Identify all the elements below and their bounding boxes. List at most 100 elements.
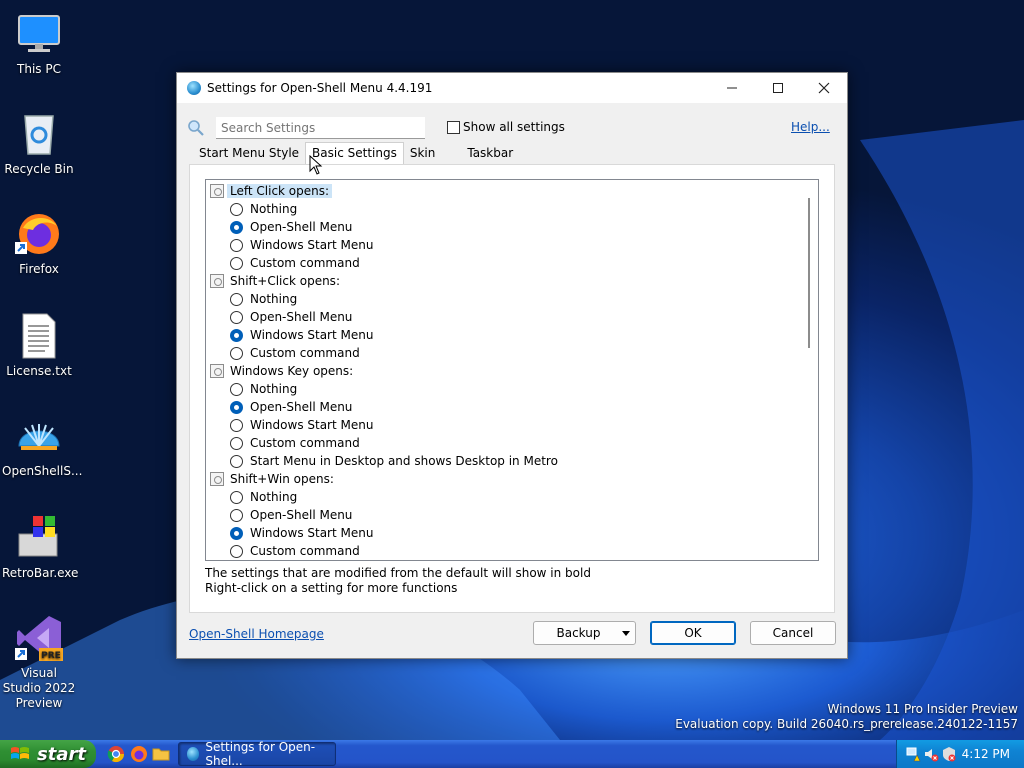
settings-group[interactable]: Left Click opens: (210, 182, 333, 200)
radio-option[interactable]: Nothing (230, 200, 297, 218)
ok-label: OK (684, 626, 702, 640)
dialog-body: Show all settings Help... Start Menu Sty… (177, 73, 847, 645)
radio-unselected[interactable] (230, 346, 243, 360)
desktop-icon-retrobar[interactable]: RetroBar.exe (2, 514, 79, 581)
settings-group[interactable]: Shift+Win opens: (210, 470, 334, 488)
windows-flag-icon (11, 747, 29, 759)
radio-unselected[interactable] (230, 418, 243, 432)
open-shell-app-icon (187, 747, 200, 761)
radio-unselected[interactable] (230, 238, 243, 252)
windows-watermark: Windows 11 Pro Insider Preview Evaluatio… (675, 702, 1018, 732)
radio-option[interactable]: Custom command (230, 542, 360, 560)
desktop-icon-label: Firefox (19, 262, 59, 276)
settings-group[interactable]: Shift+Click opens: (210, 272, 340, 290)
radio-unselected[interactable] (230, 544, 243, 558)
open-shell-homepage-link[interactable]: Open-Shell Homepage (189, 627, 324, 641)
settings-group[interactable]: Windows Key opens: (210, 362, 353, 380)
radio-unselected[interactable] (230, 382, 243, 396)
recycle-bin-icon (15, 110, 63, 158)
radio-unselected[interactable] (230, 436, 243, 450)
vertical-scrollbar[interactable] (808, 198, 810, 348)
help-link[interactable]: Help... (791, 120, 830, 134)
radio-option[interactable]: Custom command (230, 344, 360, 362)
radio-option-label: Windows Start Menu (250, 526, 374, 540)
mouse-cursor-icon (309, 155, 323, 175)
show-all-settings-checkbox[interactable]: Show all settings (447, 120, 565, 134)
radio-option[interactable]: Open-Shell Menu (230, 308, 352, 326)
settings-group-icon (210, 184, 224, 198)
settings-tree[interactable]: Left Click opens: Nothing Open-Shell Menu W… (205, 179, 819, 561)
firefox-icon[interactable] (130, 745, 148, 763)
radio-option[interactable]: Nothing (230, 380, 297, 398)
folder-icon[interactable] (152, 745, 170, 763)
text-file-icon (15, 312, 63, 360)
radio-unselected[interactable] (230, 508, 243, 522)
start-label: start (37, 743, 86, 765)
radio-option-label: Start Menu in Desktop and shows Desktop … (250, 454, 558, 468)
pre-badge: PRE (41, 651, 61, 661)
monitor-icon (15, 10, 63, 58)
radio-selected[interactable] (230, 526, 243, 540)
tab-start-menu-style[interactable]: Start Menu Style (193, 144, 305, 164)
settings-group-label: Shift+Click opens: (230, 274, 340, 288)
hint-right-click: Right-click on a setting for more functi… (205, 581, 458, 595)
radio-option[interactable]: Windows Start Menu (230, 326, 373, 344)
radio-unselected[interactable] (230, 490, 243, 504)
settings-group-label: Left Click opens: (227, 184, 333, 198)
checkbox-box[interactable] (447, 120, 460, 134)
radio-selected[interactable] (230, 400, 243, 414)
tab-taskbar[interactable]: Taskbar (461, 144, 519, 164)
desktop-icon-this-pc[interactable]: This PC (2, 10, 76, 77)
radio-selected[interactable] (230, 220, 243, 234)
cancel-button[interactable]: Cancel (750, 621, 836, 645)
taskbar-button-settings[interactable]: Settings for Open-Shel... (178, 740, 336, 768)
network-warning-icon[interactable] (905, 746, 921, 762)
desktop-icon-firefox[interactable]: Firefox (2, 210, 76, 277)
security-alert-icon[interactable] (941, 746, 957, 762)
search-input[interactable] (216, 117, 425, 139)
desktop-icon-visual-studio[interactable]: PRE Visual Studio 2022 Preview (2, 614, 76, 711)
tab-skin[interactable]: Skin (404, 144, 442, 164)
radio-option[interactable]: Nothing (230, 290, 297, 308)
radio-option[interactable]: Custom command (230, 254, 360, 272)
radio-option-label: Custom command (250, 256, 360, 270)
desktop-icon-label: RetroBar.exe (2, 566, 79, 580)
radio-unselected[interactable] (230, 454, 243, 468)
retrobar-icon (15, 514, 63, 562)
radio-option[interactable]: Open-Shell Menu (230, 218, 352, 236)
radio-unselected[interactable] (230, 292, 243, 306)
firefox-icon (15, 210, 63, 258)
radio-unselected[interactable] (230, 256, 243, 270)
start-button[interactable]: start (0, 740, 96, 768)
clock[interactable]: 4:12 PM (962, 747, 1010, 761)
chrome-icon[interactable] (107, 745, 125, 763)
radio-option[interactable]: Windows Start Menu (230, 524, 373, 542)
radio-selected[interactable] (230, 328, 243, 342)
radio-option[interactable]: Open-Shell Menu (230, 398, 352, 416)
radio-unselected[interactable] (230, 310, 243, 324)
hint-modified-bold: The settings that are modified from the … (205, 566, 591, 580)
radio-option[interactable]: Windows Start Menu (230, 416, 373, 434)
radio-option[interactable]: Custom command (230, 434, 360, 452)
volume-muted-icon[interactable] (923, 746, 939, 762)
settings-group-icon (210, 364, 224, 378)
dropdown-arrow-icon (622, 631, 630, 636)
radio-option-label: Windows Start Menu (250, 238, 374, 252)
cancel-label: Cancel (772, 626, 814, 640)
desktop-icon-openshell[interactable]: OpenShellS... (2, 412, 82, 479)
radio-option[interactable]: Windows Start Menu (230, 236, 373, 254)
shell-icon (15, 412, 63, 460)
radio-option-label: Open-Shell Menu (250, 310, 353, 324)
radio-option[interactable]: Start Menu in Desktop and shows Desktop … (230, 452, 558, 470)
radio-option[interactable]: Open-Shell Menu (230, 506, 352, 524)
ok-button[interactable]: OK (650, 621, 736, 645)
watermark-line-1: Windows 11 Pro Insider Preview (827, 702, 1018, 716)
desktop-icon-label: License.txt (6, 364, 72, 378)
watermark-line-2: Evaluation copy. Build 26040.rs_prerelea… (675, 717, 1018, 731)
radio-unselected[interactable] (230, 202, 243, 216)
backup-button[interactable]: Backup (533, 621, 636, 645)
desktop-icon-label: Visual Studio 2022 Preview (2, 666, 76, 710)
radio-option[interactable]: Nothing (230, 488, 297, 506)
desktop-icon-recycle-bin[interactable]: Recycle Bin (2, 110, 76, 177)
desktop-icon-license[interactable]: License.txt (2, 312, 76, 379)
